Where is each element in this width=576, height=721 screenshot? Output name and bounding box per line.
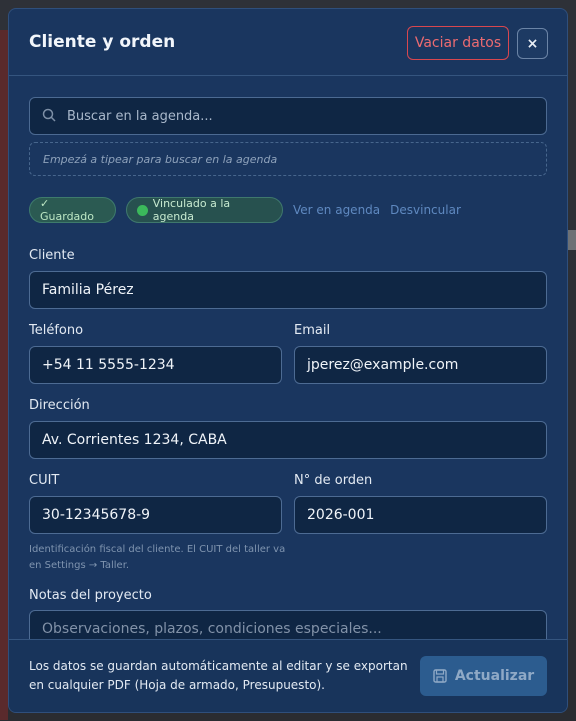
email-label: Email bbox=[294, 323, 331, 338]
address-label: Dirección bbox=[29, 398, 90, 413]
order-number-label: N° de orden bbox=[294, 473, 373, 488]
cuit-help-text: Identificación fiscal del cliente. El CU… bbox=[29, 544, 286, 571]
search-icon bbox=[42, 108, 56, 122]
address-field[interactable]: Av. Corrientes 1234, CABA bbox=[29, 421, 547, 459]
clear-data-button[interactable]: Vaciar datos bbox=[407, 26, 509, 60]
view-in-agenda-link[interactable]: Ver en agenda bbox=[293, 203, 380, 217]
save-icon bbox=[433, 669, 447, 683]
cuit-label: CUIT bbox=[29, 473, 60, 488]
cuit-field[interactable]: 30-12345678-9 bbox=[29, 496, 282, 534]
autosave-info: Los datos se guardan automáticamente al … bbox=[29, 659, 408, 692]
close-button[interactable]: × bbox=[517, 28, 548, 59]
order-number-field[interactable]: 2026-001 bbox=[294, 496, 547, 534]
notes-label: Notas del proyecto bbox=[29, 588, 152, 603]
phone-label: Teléfono bbox=[29, 323, 84, 338]
linked-dot-icon bbox=[137, 204, 148, 216]
close-icon: × bbox=[526, 35, 539, 52]
agenda-search-input[interactable]: Buscar en la agenda... bbox=[29, 97, 547, 135]
modal-title: Cliente y orden bbox=[29, 32, 176, 52]
update-button-label: Actualizar bbox=[454, 668, 535, 684]
update-button[interactable]: Actualizar bbox=[420, 656, 547, 696]
client-order-modal: Cliente y orden Vaciar datos × Buscar en… bbox=[8, 8, 568, 713]
status-row: ✓ Guardado Vinculado a la agenda Ver en … bbox=[29, 197, 471, 223]
background-panel bbox=[0, 30, 8, 720]
linked-badge-label: Vinculado a la agenda bbox=[152, 197, 231, 223]
phone-field[interactable]: +54 11 5555-1234 bbox=[29, 346, 282, 384]
linked-badge: Vinculado a la agenda bbox=[126, 197, 283, 223]
saved-badge: ✓ Guardado bbox=[29, 197, 116, 223]
client-field[interactable]: Familia Pérez bbox=[29, 271, 547, 309]
modal-header: Cliente y orden Vaciar datos × bbox=[9, 9, 567, 76]
client-label: Cliente bbox=[29, 248, 75, 263]
search-hint: Empezá a tipear para buscar en la agenda bbox=[29, 142, 547, 176]
unlink-link[interactable]: Desvincular bbox=[390, 203, 461, 217]
email-field[interactable]: jperez@example.com bbox=[294, 346, 547, 384]
